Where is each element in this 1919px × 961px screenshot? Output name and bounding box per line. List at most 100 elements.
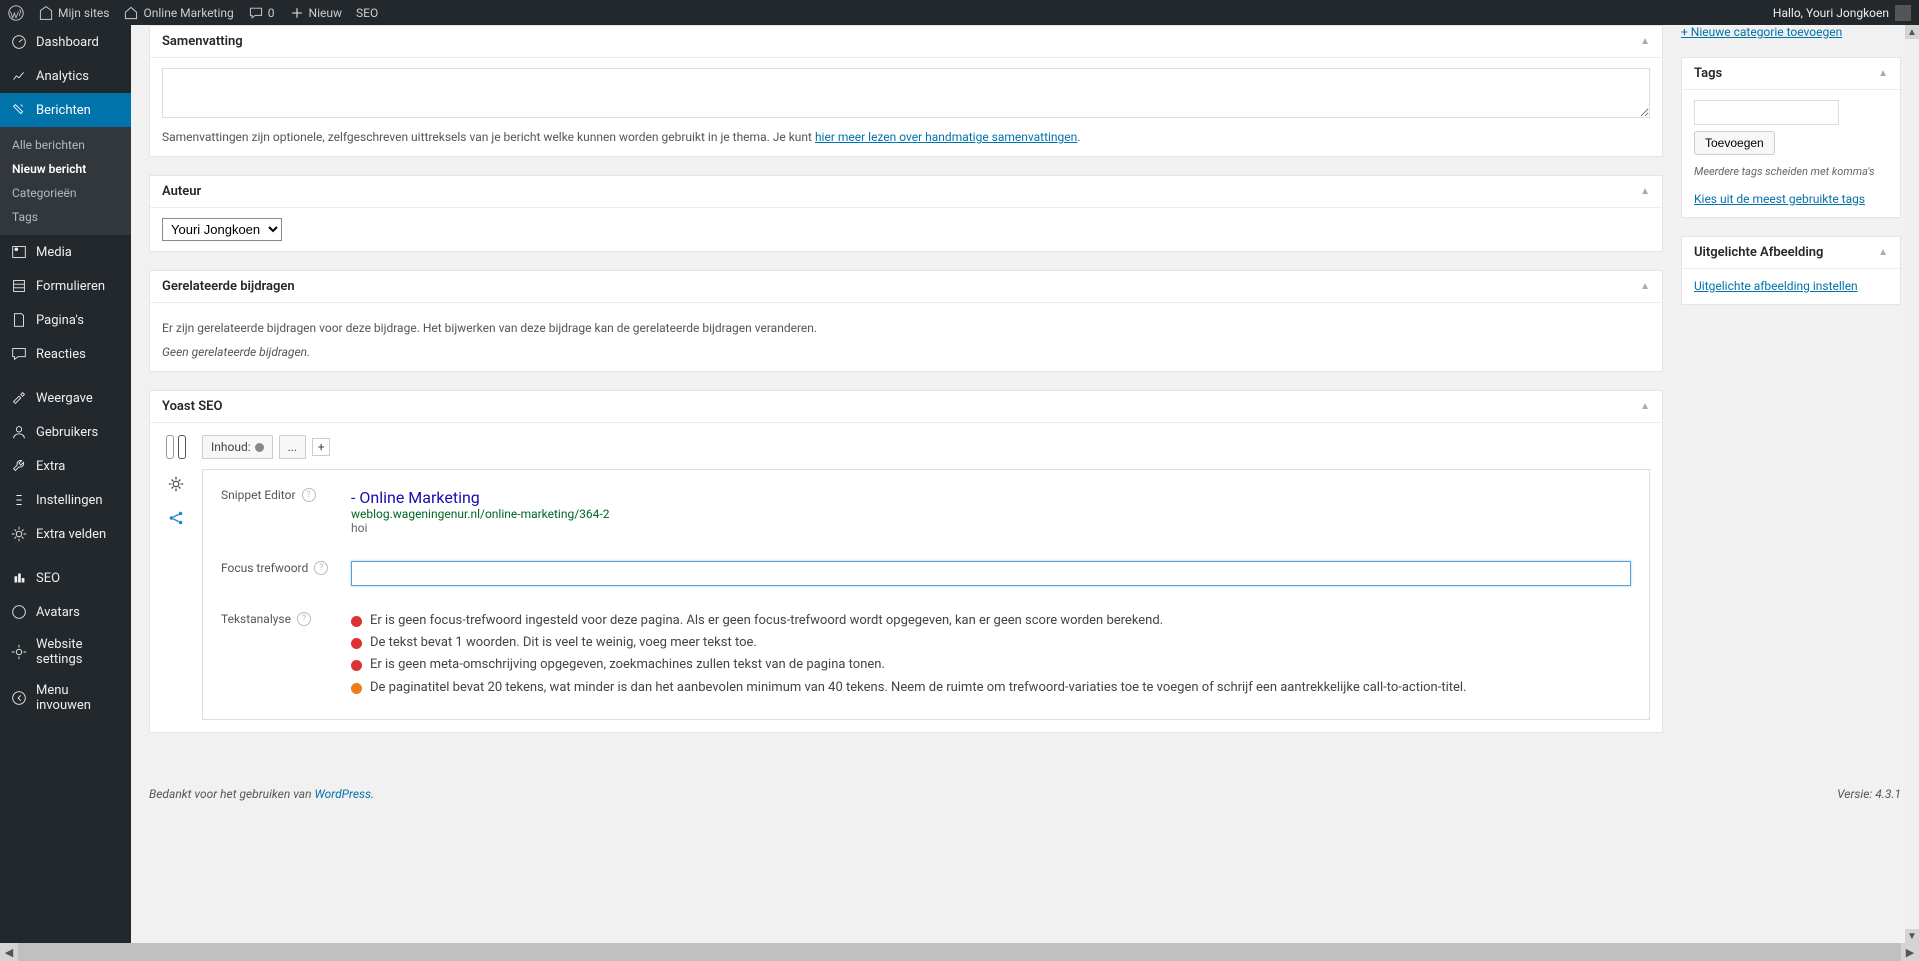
score-dot-icon (351, 660, 362, 671)
yoast-title: Yoast SEO (162, 399, 222, 414)
scroll-up-icon[interactable]: ▲ (1905, 25, 1919, 39)
yoast-metabox: Yoast SEO ▲ Inhoud: (149, 390, 1663, 733)
topbar-seo-label: SEO (356, 6, 378, 20)
score-dot-icon (351, 683, 362, 694)
sidebar-item-media[interactable]: Media (0, 235, 131, 269)
sidebar-label: Pagina's (36, 313, 84, 328)
yoast-more-tab[interactable]: ... (279, 435, 307, 459)
featured-image-title: Uitgelichte Afbeelding (1694, 245, 1823, 260)
tags-title: Tags (1694, 66, 1722, 81)
add-tag-button[interactable]: Toevoegen (1694, 131, 1775, 155)
my-sites-label: Mijn sites (58, 6, 109, 20)
site-name-label: Online Marketing (143, 6, 233, 20)
analysis-text: De tekst bevat 1 woorden. Dit is veel te… (370, 634, 757, 652)
summary-textarea[interactable] (162, 68, 1650, 118)
sidebar-item-appearance[interactable]: Weergave (0, 381, 131, 415)
summary-metabox: Samenvatting ▲ Samenvattingen zijn optio… (149, 25, 1663, 157)
yoast-side-tabs (162, 435, 190, 720)
analysis-item: De paginatitel bevat 20 tekens, wat mind… (351, 679, 1631, 697)
featured-image-metabox: Uitgelichte Afbeelding ▲ Uitgelichte afb… (1681, 236, 1901, 305)
snippet-url: weblog.wageningenur.nl/online-marketing/… (351, 507, 1631, 521)
user-greeting[interactable]: Hallo, Youri Jongkoen (1773, 6, 1889, 20)
toggle-icon[interactable]: ▲ (1640, 36, 1650, 47)
sidebar-item-tools[interactable]: Extra (0, 449, 131, 483)
sidebar-label: Dashboard (36, 35, 99, 50)
related-line1: Er zijn gerelateerde bijdragen voor deze… (162, 319, 1650, 337)
avatar[interactable] (1895, 5, 1911, 21)
share-icon[interactable] (167, 509, 185, 527)
topbar-seo[interactable]: SEO (356, 6, 378, 20)
vertical-scrollbar[interactable]: ▲ ▼ (1905, 25, 1919, 943)
sidebar-item-users[interactable]: Gebruikers (0, 415, 131, 449)
sidebar-item-forms[interactable]: Formulieren (0, 269, 131, 303)
yoast-content-tab[interactable]: Inhoud: (202, 435, 273, 459)
sidebar-sub-new-post[interactable]: Nieuw bericht (0, 157, 131, 181)
sidebar-label: Instellingen (36, 493, 103, 508)
scroll-down-icon[interactable]: ▼ (1905, 929, 1919, 943)
analysis-item: Er is geen meta-omschrijving opgegeven, … (351, 656, 1631, 674)
score-dot-icon (255, 443, 264, 452)
focus-keyword-input[interactable] (351, 561, 1631, 586)
toggle-icon[interactable]: ▲ (1640, 186, 1650, 197)
scroll-right-icon[interactable]: ▶ (1901, 943, 1919, 961)
set-featured-image-link[interactable]: Uitgelichte afbeelding instellen (1694, 279, 1858, 293)
traffic-light-icon[interactable] (166, 435, 174, 459)
sidebar-label: Media (36, 245, 72, 260)
tags-help-text: Meerdere tags scheiden met komma's (1694, 165, 1888, 178)
traffic-light-icon[interactable] (178, 435, 186, 459)
add-new-category-link[interactable]: + Nieuwe categorie toevoegen (1681, 25, 1901, 39)
sidebar-sub-all-posts[interactable]: Alle berichten (0, 133, 131, 157)
yoast-tab-label: Inhoud: (211, 440, 251, 454)
help-icon[interactable]: ? (297, 612, 311, 626)
horizontal-scrollbar[interactable]: ◀ ▶ (0, 943, 1919, 961)
new-content[interactable]: Nieuw (289, 5, 342, 21)
help-icon[interactable]: ? (302, 488, 316, 502)
sidebar-item-seo[interactable]: SEO (0, 561, 131, 595)
my-sites[interactable]: Mijn sites (38, 5, 109, 21)
sidebar-item-comments[interactable]: Reacties (0, 337, 131, 371)
sidebar-label: Gebruikers (36, 425, 98, 440)
snippet-preview[interactable]: - Online Marketing weblog.wageningenur.n… (351, 488, 1631, 535)
summary-title: Samenvatting (162, 34, 243, 49)
sidebar-label: Weergave (36, 391, 93, 406)
analysis-text: De paginatitel bevat 20 tekens, wat mind… (370, 679, 1466, 697)
toggle-icon[interactable]: ▲ (1640, 401, 1650, 412)
sidebar-label: Analytics (36, 69, 89, 84)
analysis-item: Er is geen focus-trefwoord ingesteld voo… (351, 612, 1631, 630)
sidebar-item-extra-fields[interactable]: Extra velden (0, 517, 131, 551)
sidebar-item-website-settings[interactable]: Website settings (0, 629, 131, 675)
summary-help-link[interactable]: hier meer lezen over handmatige samenvat… (815, 130, 1077, 144)
score-dot-icon (351, 638, 362, 649)
sidebar-sub-tags[interactable]: Tags (0, 205, 131, 229)
toggle-icon[interactable]: ▲ (1878, 68, 1888, 79)
sidebar-item-avatars[interactable]: Avatars (0, 595, 131, 629)
comments-count: 0 (268, 6, 275, 20)
sidebar-label: Reacties (36, 347, 86, 362)
sidebar-item-collapse[interactable]: Menu invouwen (0, 675, 131, 721)
popular-tags-link[interactable]: Kies uit de meest gebruikte tags (1694, 192, 1865, 206)
toggle-icon[interactable]: ▲ (1878, 247, 1888, 258)
yoast-add-tab[interactable]: + (312, 438, 330, 456)
tags-input[interactable] (1694, 100, 1839, 125)
admin-sidebar: Dashboard Analytics Berichten Alle beric… (0, 25, 131, 961)
help-icon[interactable]: ? (314, 561, 328, 575)
sidebar-posts-submenu: Alle berichten Nieuw bericht Categorieën… (0, 127, 131, 235)
focus-keyword-label: Focus trefwoord (221, 561, 308, 575)
sidebar-item-dashboard[interactable]: Dashboard (0, 25, 131, 59)
gear-icon[interactable] (167, 475, 185, 493)
toggle-icon[interactable]: ▲ (1640, 281, 1650, 292)
snippet-desc: hoi (351, 521, 1631, 535)
scroll-left-icon[interactable]: ◀ (0, 943, 18, 961)
sidebar-item-settings[interactable]: Instellingen (0, 483, 131, 517)
author-title: Auteur (162, 184, 201, 199)
sidebar-item-analytics[interactable]: Analytics (0, 59, 131, 93)
sidebar-item-posts[interactable]: Berichten (0, 93, 131, 127)
sidebar-item-pages[interactable]: Pagina's (0, 303, 131, 337)
sidebar-sub-categories[interactable]: Categorieën (0, 181, 131, 205)
site-name[interactable]: Online Marketing (123, 5, 233, 21)
footer-wordpress-link[interactable]: WordPress (314, 787, 371, 801)
comments-indicator[interactable]: 0 (248, 5, 275, 21)
author-select[interactable]: Youri Jongkoen (162, 218, 282, 241)
summary-help-text: Samenvattingen zijn optionele, zelfgesch… (162, 130, 815, 144)
wp-logo[interactable] (8, 5, 24, 21)
